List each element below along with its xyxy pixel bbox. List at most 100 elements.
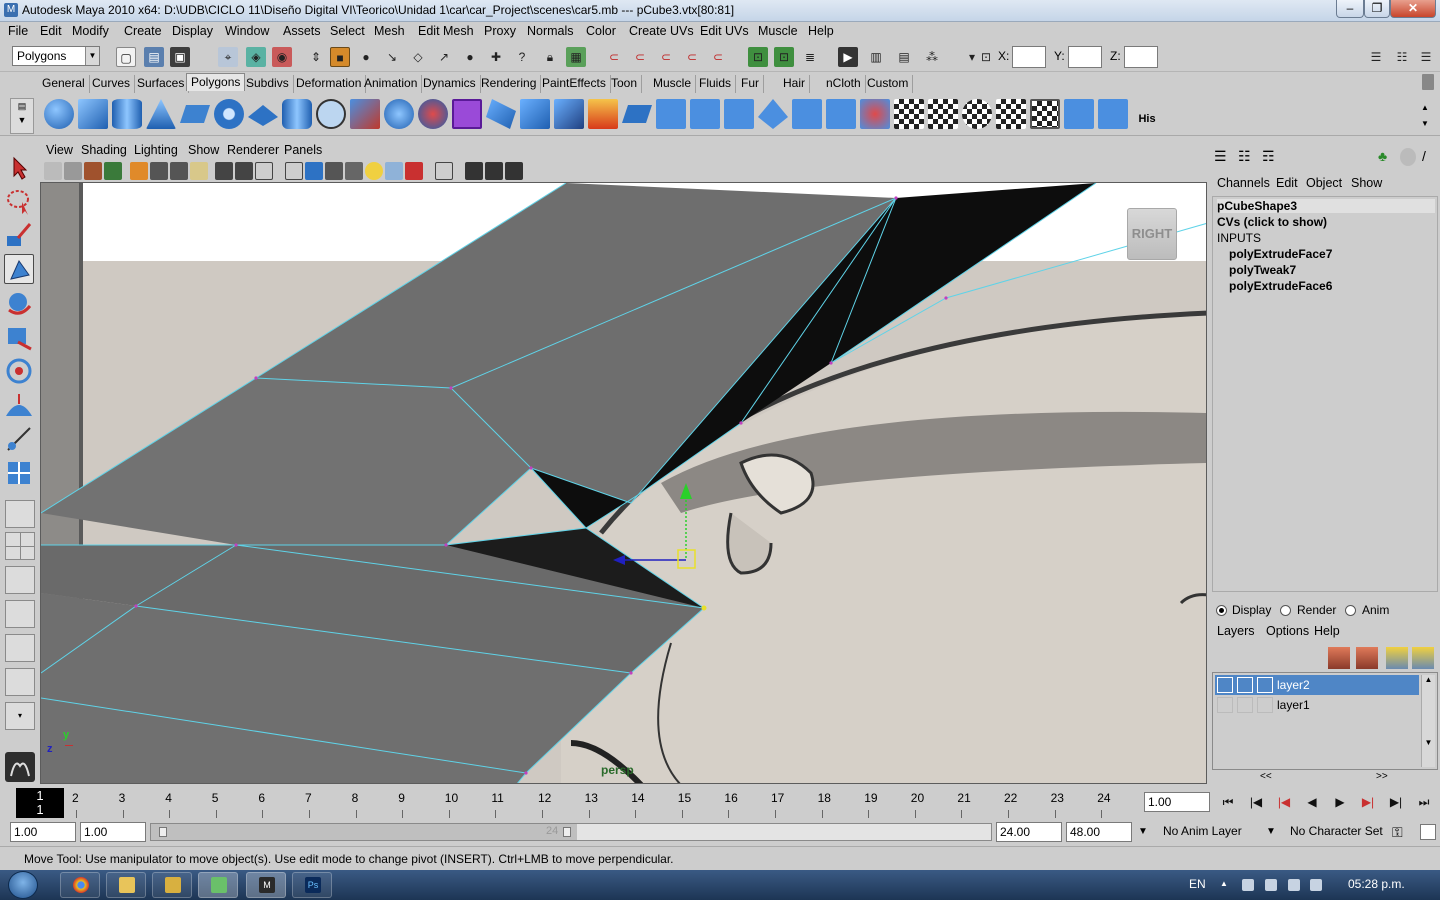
menu-select[interactable]: Select (330, 24, 365, 38)
slash-icon[interactable]: / (1422, 148, 1438, 166)
select-face-icon[interactable]: ◇ (408, 47, 428, 67)
show-manipulator-icon[interactable] (4, 424, 34, 454)
shelf-tab-subdivs[interactable]: Subdivs (242, 75, 294, 93)
layout-single-perspective-icon[interactable] (5, 500, 35, 528)
range-end-handle[interactable] (563, 827, 571, 837)
taskbar-photoshop[interactable]: Ps (292, 872, 332, 898)
clock[interactable]: 05:28 p.m. (1348, 877, 1405, 891)
open-scene-icon[interactable]: ▤ (144, 47, 164, 67)
color-swatch-icon[interactable] (1257, 677, 1273, 693)
panel-menu-view[interactable]: View (46, 143, 73, 157)
chamfer-icon[interactable] (792, 99, 822, 129)
rotate-tool-icon[interactable] (4, 288, 34, 318)
panel-menu-renderer[interactable]: Renderer (227, 143, 279, 157)
xray-icon[interactable] (385, 162, 403, 180)
menu-normals[interactable]: Normals (527, 24, 574, 38)
bookmarks-icon[interactable] (84, 162, 102, 180)
taskbar-chrome[interactable] (60, 872, 100, 898)
menu-edit[interactable]: Edit (40, 24, 62, 38)
layer-menu-layers[interactable]: Layers (1217, 624, 1255, 638)
x-field[interactable] (1012, 46, 1046, 68)
tool-settings-icon[interactable]: ☷ (1392, 47, 1412, 67)
playback-end-field[interactable]: 24.00 (996, 822, 1062, 842)
smooth-shade-icon[interactable] (305, 162, 323, 180)
scroll-left-arrow[interactable]: << (1260, 771, 1272, 782)
layer-row[interactable]: layer2 (1215, 675, 1419, 695)
menu-proxy[interactable]: Proxy (484, 24, 516, 38)
shelf-tab-ncloth[interactable]: nCloth (822, 75, 866, 93)
visibility-toggle[interactable] (1217, 677, 1233, 693)
gate-mask-icon[interactable] (190, 162, 208, 180)
render-settings-icon[interactable]: ▤ (894, 47, 914, 67)
isolate-select-icon[interactable] (405, 162, 423, 180)
select-vertex-icon[interactable]: ■ (330, 47, 350, 67)
channel-box-list-icon[interactable]: ☷ (1238, 148, 1254, 166)
scroll-right-arrow[interactable]: >> (1376, 771, 1388, 782)
range-start-handle[interactable] (159, 827, 167, 837)
smooth-icon[interactable] (384, 99, 414, 129)
network-icon[interactable] (1242, 879, 1254, 891)
restore-button[interactable]: ❐ (1364, 0, 1390, 18)
safe-action-icon[interactable] (235, 162, 253, 180)
shelf-tab-toon[interactable]: Toon (607, 75, 643, 93)
layout-more-icon[interactable]: ▾ (5, 702, 35, 730)
panel-menu-panels[interactable]: Panels (284, 143, 322, 157)
snap-live-icon[interactable]: ⊂ (708, 47, 728, 67)
insert-edge-loop-icon[interactable] (690, 99, 720, 129)
cvs-toggle[interactable]: CVs (click to show) (1217, 215, 1327, 229)
highlight-selection-icon[interactable]: ▦ (566, 47, 586, 67)
channel-box-icon[interactable]: ☰ (1416, 47, 1436, 67)
menu-window[interactable]: Window (225, 24, 269, 38)
poly-pipe-icon[interactable] (282, 99, 312, 129)
time-slider[interactable]: 11 2 3 4 5 6 7 8 9 10 11 12 13 14 15 16 17 18 19 20 21 22 23 2… (0, 786, 1440, 820)
taskbar-explorer[interactable] (106, 872, 146, 898)
minimize-button[interactable]: – (1336, 0, 1364, 18)
anim-layer-selector[interactable]: No Anim Layer (1160, 822, 1262, 842)
current-time-field[interactable]: 1.00 (1144, 792, 1210, 812)
select-tool-icon[interactable] (4, 152, 34, 182)
layout-persp-outliner-icon[interactable] (5, 600, 35, 628)
menu-display[interactable]: Display (172, 24, 213, 38)
save-scene-icon[interactable]: ▣ (170, 47, 190, 67)
input-node[interactable]: polyExtrudeFace7 (1229, 247, 1332, 261)
shelf-tab-polygons[interactable]: Polygons (186, 73, 246, 91)
color-icon[interactable]: ♣ (1378, 148, 1394, 166)
shelf-menu-icon[interactable]: ▤ ▼ (10, 98, 34, 134)
z-field[interactable] (1124, 46, 1158, 68)
attribute-editor-icon[interactable]: ☰ (1366, 47, 1386, 67)
display-radio[interactable] (1216, 605, 1227, 616)
shelf-tab-deformation[interactable]: Deformation (292, 75, 367, 93)
show-hidden-icons-arrow[interactable]: ▲ (1220, 879, 1232, 891)
grid-toggle-icon[interactable] (130, 162, 148, 180)
input-node[interactable]: polyTweak7 (1229, 263, 1296, 277)
paint-select-tool-icon[interactable] (4, 220, 34, 250)
step-forward-frame-button[interactable]: ▶| (1356, 792, 1380, 812)
layer-menu-options[interactable]: Options (1266, 624, 1309, 638)
fill-hole-icon[interactable] (588, 99, 618, 129)
safe-title-icon[interactable] (255, 162, 273, 180)
animation-preferences-icon[interactable] (1420, 824, 1436, 840)
channel-box-view-icon[interactable]: ☰ (1214, 148, 1230, 166)
wedge-icon[interactable] (860, 99, 890, 129)
field-chart-icon[interactable] (215, 162, 233, 180)
taskbar-messenger[interactable] (198, 872, 238, 898)
shelf-tab-animation[interactable]: Animation (360, 75, 423, 93)
visibility-toggle[interactable] (1217, 697, 1233, 713)
start-button[interactable] (8, 871, 38, 899)
select-camera-icon[interactable] (44, 162, 62, 180)
select-uv-icon[interactable]: ↗ (434, 47, 454, 67)
shelf-tab-fur[interactable]: Fur (737, 75, 764, 93)
input-box-icon[interactable]: ⊡ (976, 47, 996, 67)
snap-curve-icon[interactable]: ⊂ (630, 47, 650, 67)
language-indicator[interactable]: EN (1189, 877, 1206, 891)
anim-layer-arrow[interactable]: ▼ (1266, 826, 1276, 837)
cb-menu-object[interactable]: Object (1306, 176, 1342, 190)
select-point-icon[interactable]: ● (356, 47, 376, 67)
append-icon[interactable] (554, 99, 584, 129)
history-icon[interactable]: ≣ (800, 47, 820, 67)
output-ops-icon[interactable]: ⊡ (774, 47, 794, 67)
poly-cone-icon[interactable] (146, 99, 176, 129)
new-empty-layer-icon[interactable] (1386, 647, 1408, 669)
universal-manipulator-icon[interactable] (4, 356, 34, 386)
history-shelf-button[interactable]: His (1132, 99, 1162, 129)
